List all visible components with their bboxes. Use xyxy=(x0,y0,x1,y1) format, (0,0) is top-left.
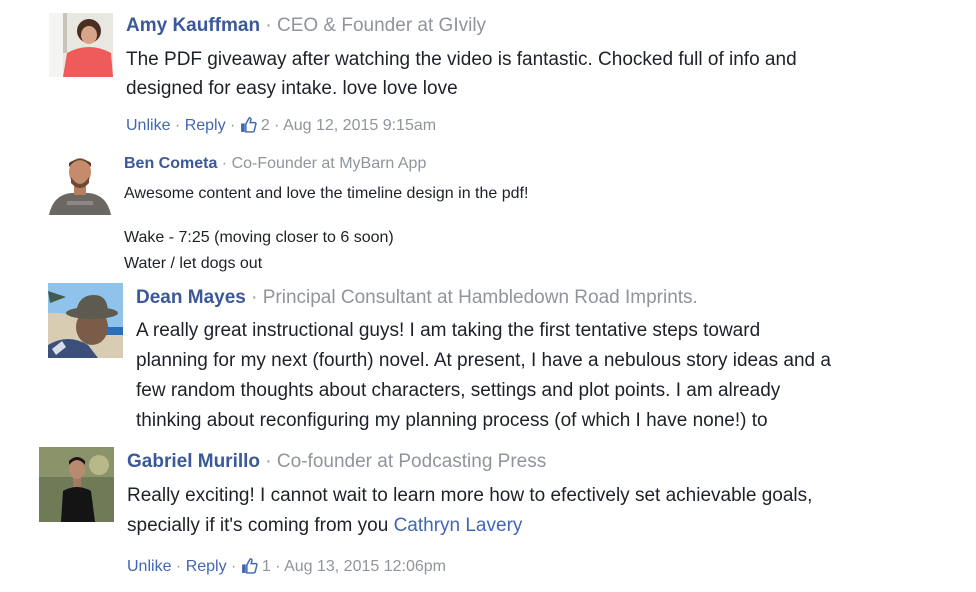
comment-line-text: specially if it's coming from you xyxy=(127,515,394,536)
comment-line: Awesome content and love the timeline de… xyxy=(124,185,529,202)
author-title: Principal Consultant at Hambledown Road … xyxy=(262,287,698,308)
author-title: Co-Founder at MyBarn App xyxy=(231,155,427,172)
author-name[interactable]: Gabriel Murillo xyxy=(127,451,260,472)
comment-line: Wake - 7:25 (moving closer to 6 soon) xyxy=(124,229,394,246)
comment-line: few random thoughts about characters, se… xyxy=(136,380,781,401)
comment-text: A really great instructional guys! I am … xyxy=(136,316,831,436)
comment-header: Dean Mayes · Principal Consultant at Ham… xyxy=(136,286,831,310)
separator: · xyxy=(260,451,277,472)
avatar-image xyxy=(47,153,113,215)
comment-body: Ben Cometa · Co-Founder at MyBarn App Aw… xyxy=(124,153,528,274)
author-name[interactable]: Dean Mayes xyxy=(136,287,246,308)
reply-link[interactable]: Reply xyxy=(186,558,227,575)
comment-line: specially if it's coming from you Cathry… xyxy=(127,511,812,541)
comment-line: Water / let dogs out xyxy=(124,255,263,272)
timestamp[interactable]: Aug 13, 2015 12:06pm xyxy=(284,558,446,575)
comment-text: Awesome content and love the timeline de… xyxy=(124,184,528,274)
separator: · xyxy=(217,155,232,172)
comment-body: Dean Mayes · Principal Consultant at Ham… xyxy=(136,286,831,436)
comment-header: Ben Cometa · Co-Founder at MyBarn App xyxy=(124,153,528,175)
comment-header: Gabriel Murillo · Co-founder at Podcasti… xyxy=(127,450,812,474)
separator: · xyxy=(171,558,186,575)
avatar[interactable] xyxy=(48,283,123,358)
unlike-link[interactable]: Unlike xyxy=(127,558,171,575)
mention-link[interactable]: Cathryn Lavery xyxy=(394,515,523,536)
separator: · xyxy=(245,287,263,308)
comment-text: Really exciting! I cannot wait to learn … xyxy=(127,481,812,541)
avatar[interactable] xyxy=(39,447,114,522)
comment-line: planning for my next (fourth) novel. At … xyxy=(136,350,831,371)
avatar[interactable] xyxy=(47,153,113,215)
comment-line: A really great instructional guys! I am … xyxy=(136,320,761,341)
separator: · xyxy=(270,558,285,575)
comment-line: Really exciting! I cannot wait to learn … xyxy=(127,485,813,506)
avatar-image xyxy=(39,447,114,522)
avatar-image xyxy=(48,283,123,358)
author-title: Co-founder at Podcasting Press xyxy=(276,451,547,472)
thumbs-up-icon[interactable] xyxy=(241,557,258,580)
like-count[interactable]: 1 xyxy=(262,558,271,575)
author-name[interactable]: Ben Cometa xyxy=(124,155,217,172)
separator: · xyxy=(226,558,241,575)
comment-actions: Unlike · Reply · 1 · Aug 13, 2015 12:06p… xyxy=(127,557,812,580)
comment-clip-region: Ben Cometa · Co-Founder at MyBarn App Aw… xyxy=(0,0,976,279)
comment-body: Gabriel Murillo · Co-founder at Podcasti… xyxy=(127,450,812,580)
comment-line: thinking about reconfiguring my planning… xyxy=(136,410,768,431)
